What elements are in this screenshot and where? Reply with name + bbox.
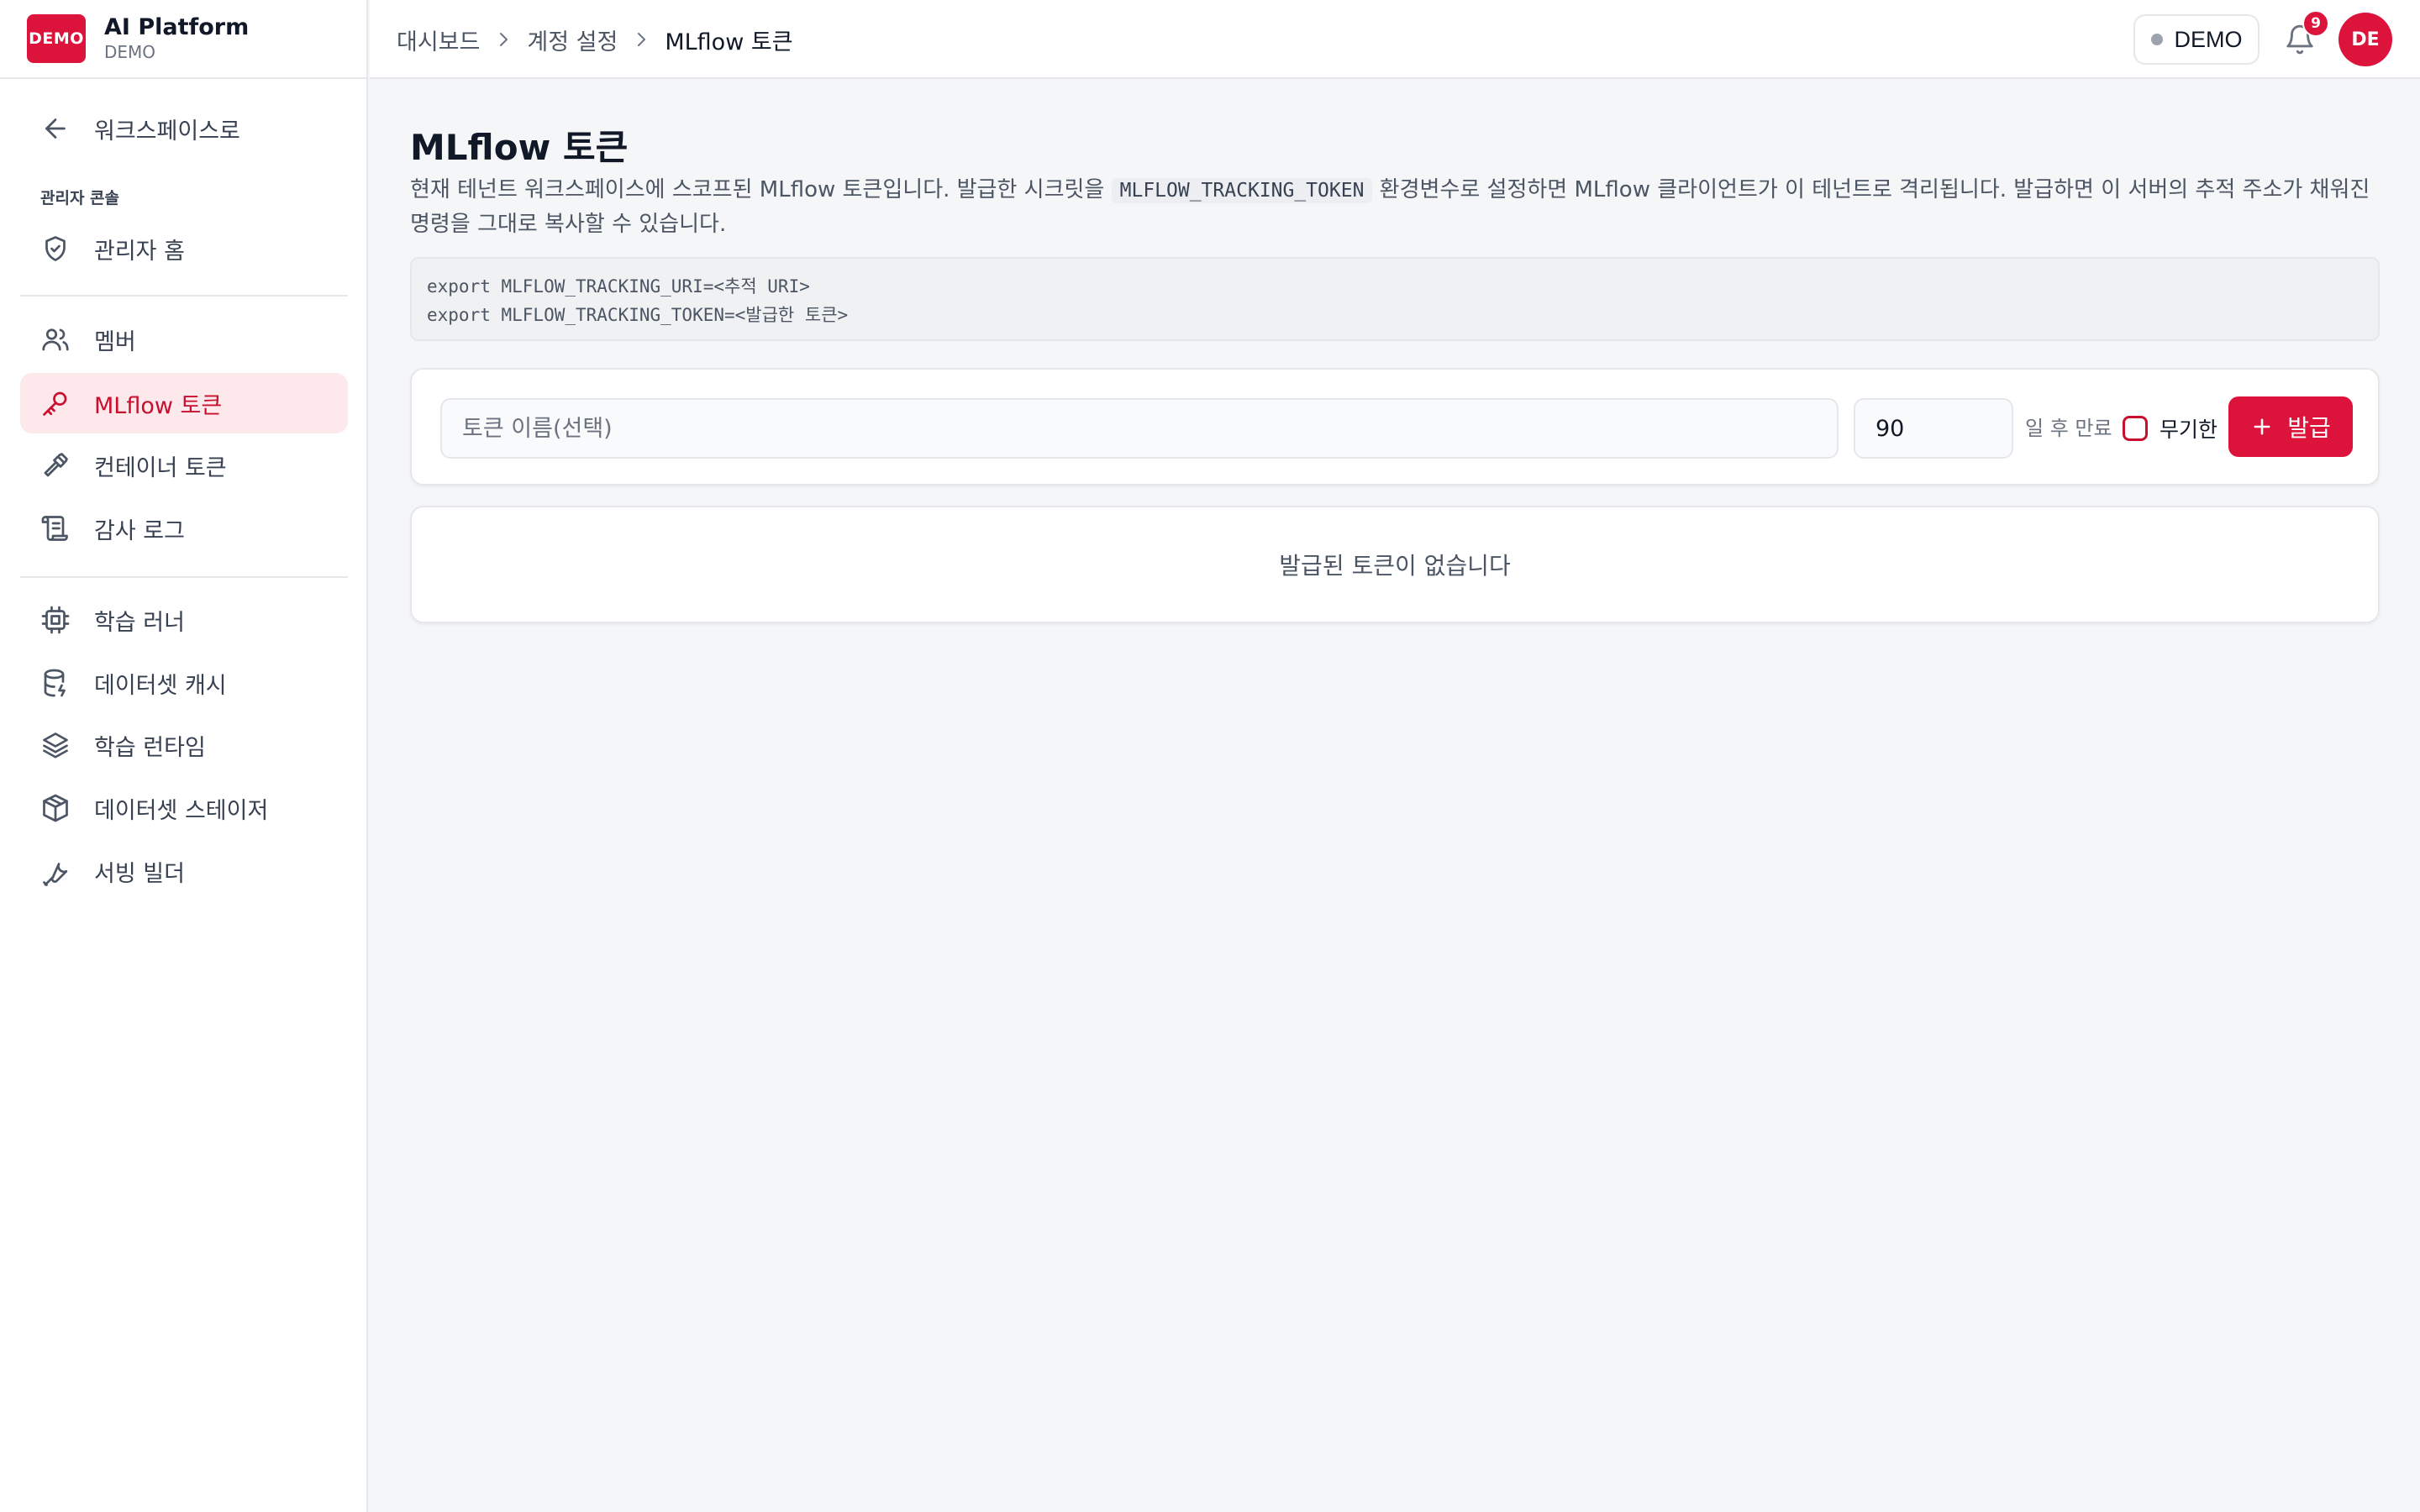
breadcrumb: 대시보드 계정 설정 MLflow 토큰	[397, 0, 793, 79]
breadcrumb-dashboard[interactable]: 대시보드	[397, 24, 480, 56]
sidebar-item-label: 학습 런타임	[94, 734, 206, 761]
sidebar-item-label: 데이터셋 스테이저	[94, 797, 269, 824]
brand-title: AI Platform	[104, 14, 250, 40]
plus-icon	[2250, 415, 2274, 438]
notification-badge: 9	[2302, 10, 2329, 37]
code-line: export MLFLOW_TRACKING_TOKEN=<발급한 토큰>	[427, 305, 849, 325]
shield-check-icon	[40, 234, 71, 264]
unlimited-toggle[interactable]: 무기한	[2123, 407, 2217, 450]
users-icon	[40, 324, 71, 354]
issue-button-label: 발급	[2287, 414, 2331, 442]
database-icon	[40, 668, 71, 698]
empty-state-text: 발급된 토큰이 없습니다	[1279, 552, 1511, 580]
sidebar-item-label: 컨테이너 토큰	[94, 454, 227, 481]
avatar[interactable]: DE	[2338, 13, 2392, 66]
page-description: 현재 테넌트 워크스페이스에 스코프된 MLflow 토큰입니다. 발급한 시크…	[410, 173, 2393, 241]
sidebar-item-label: 학습 러너	[94, 609, 185, 636]
unlimited-checkbox[interactable]	[2123, 416, 2148, 441]
sidebar-item-container-tokens[interactable]: 컨테이너 토큰	[20, 435, 348, 496]
breadcrumb-account-settings[interactable]: 계정 설정	[527, 24, 618, 56]
tenant-label: DEMO	[2174, 26, 2243, 52]
description-text: 현재 테넌트 워크스페이스에 스코프된 MLflow 토큰입니다. 발급한 시크…	[410, 177, 1112, 202]
page-title: MLflow 토큰	[410, 127, 629, 168]
scroll-icon	[40, 513, 71, 543]
export-code-block: export MLFLOW_TRACKING_URI=<추적 URI> expo…	[410, 257, 2380, 341]
back-label: 워크스페이스로	[94, 118, 240, 144]
token-name-input[interactable]	[440, 398, 1839, 459]
sidebar-item-label: 관리자 홈	[94, 238, 185, 265]
unlimited-label: 무기한	[2160, 417, 2218, 442]
key-icon	[40, 388, 71, 418]
layers-icon	[40, 730, 71, 760]
brand-logo[interactable]: DEMO	[27, 14, 86, 63]
tenant-switcher-button[interactable]: DEMO	[2133, 14, 2260, 65]
sidebar-item-dataset-cache[interactable]: 데이터셋 캐시	[20, 653, 348, 713]
sidebar-item-audit-log[interactable]: 감사 로그	[20, 498, 348, 559]
sidebar-item-admin-home[interactable]: 관리자 홈	[20, 218, 348, 279]
sidebar-item-label: 서빙 빌더	[94, 860, 185, 887]
cpu-icon	[40, 605, 71, 635]
brand: DEMO AI Platform DEMO	[0, 0, 366, 79]
sidebar-item-dataset-stager[interactable]: 데이터셋 스테이저	[20, 778, 348, 838]
chevron-right-icon	[493, 29, 513, 50]
sidebar-divider	[20, 576, 348, 578]
sidebar-item-serving-builder[interactable]: 서빙 빌더	[20, 841, 348, 901]
expiry-label: 일 후 만료	[2025, 417, 2112, 440]
back-to-workspace-link[interactable]: 워크스페이스로	[20, 98, 348, 159]
wrench-icon	[40, 856, 71, 886]
hammer-icon	[40, 450, 71, 480]
topbar: 대시보드 계정 설정 MLflow 토큰	[370, 0, 2420, 79]
sidebar-item-members[interactable]: 멤버	[20, 309, 348, 370]
section-label-admin: 관리자 콘솔	[40, 189, 120, 207]
sidebar-item-label: 감사 로그	[94, 517, 185, 544]
chevron-right-icon	[631, 29, 651, 50]
issue-token-button[interactable]: 발급	[2228, 396, 2353, 457]
sidebar-item-label: 멤버	[94, 328, 136, 355]
package-icon	[40, 793, 71, 823]
sidebar: DEMO AI Platform DEMO 워크스페이스로 관리자 콘솔 관리자…	[0, 0, 368, 1512]
sidebar-item-training-runtime[interactable]: 학습 런타임	[20, 715, 348, 775]
sidebar-divider	[20, 295, 348, 297]
expiry-days-input[interactable]	[1854, 398, 2013, 459]
sidebar-item-training-runner[interactable]: 학습 러너	[20, 590, 348, 650]
code-line: export MLFLOW_TRACKING_URI=<추적 URI>	[427, 276, 810, 297]
issue-token-form: 일 후 만료 무기한 발급	[410, 368, 2380, 486]
sidebar-item-label: MLflow 토큰	[94, 392, 223, 419]
status-dot	[2150, 34, 2163, 45]
breadcrumb-current: MLflow 토큰	[665, 29, 793, 55]
token-list-empty: 발급된 토큰이 없습니다	[410, 506, 2380, 623]
sidebar-item-mlflow-tokens[interactable]: MLflow 토큰	[20, 373, 348, 433]
brand-subtitle: DEMO	[104, 42, 156, 62]
arrow-left-icon	[40, 113, 71, 144]
env-var-code: MLFLOW_TRACKING_TOKEN	[1111, 178, 1373, 203]
sidebar-item-label: 데이터셋 캐시	[94, 672, 227, 699]
